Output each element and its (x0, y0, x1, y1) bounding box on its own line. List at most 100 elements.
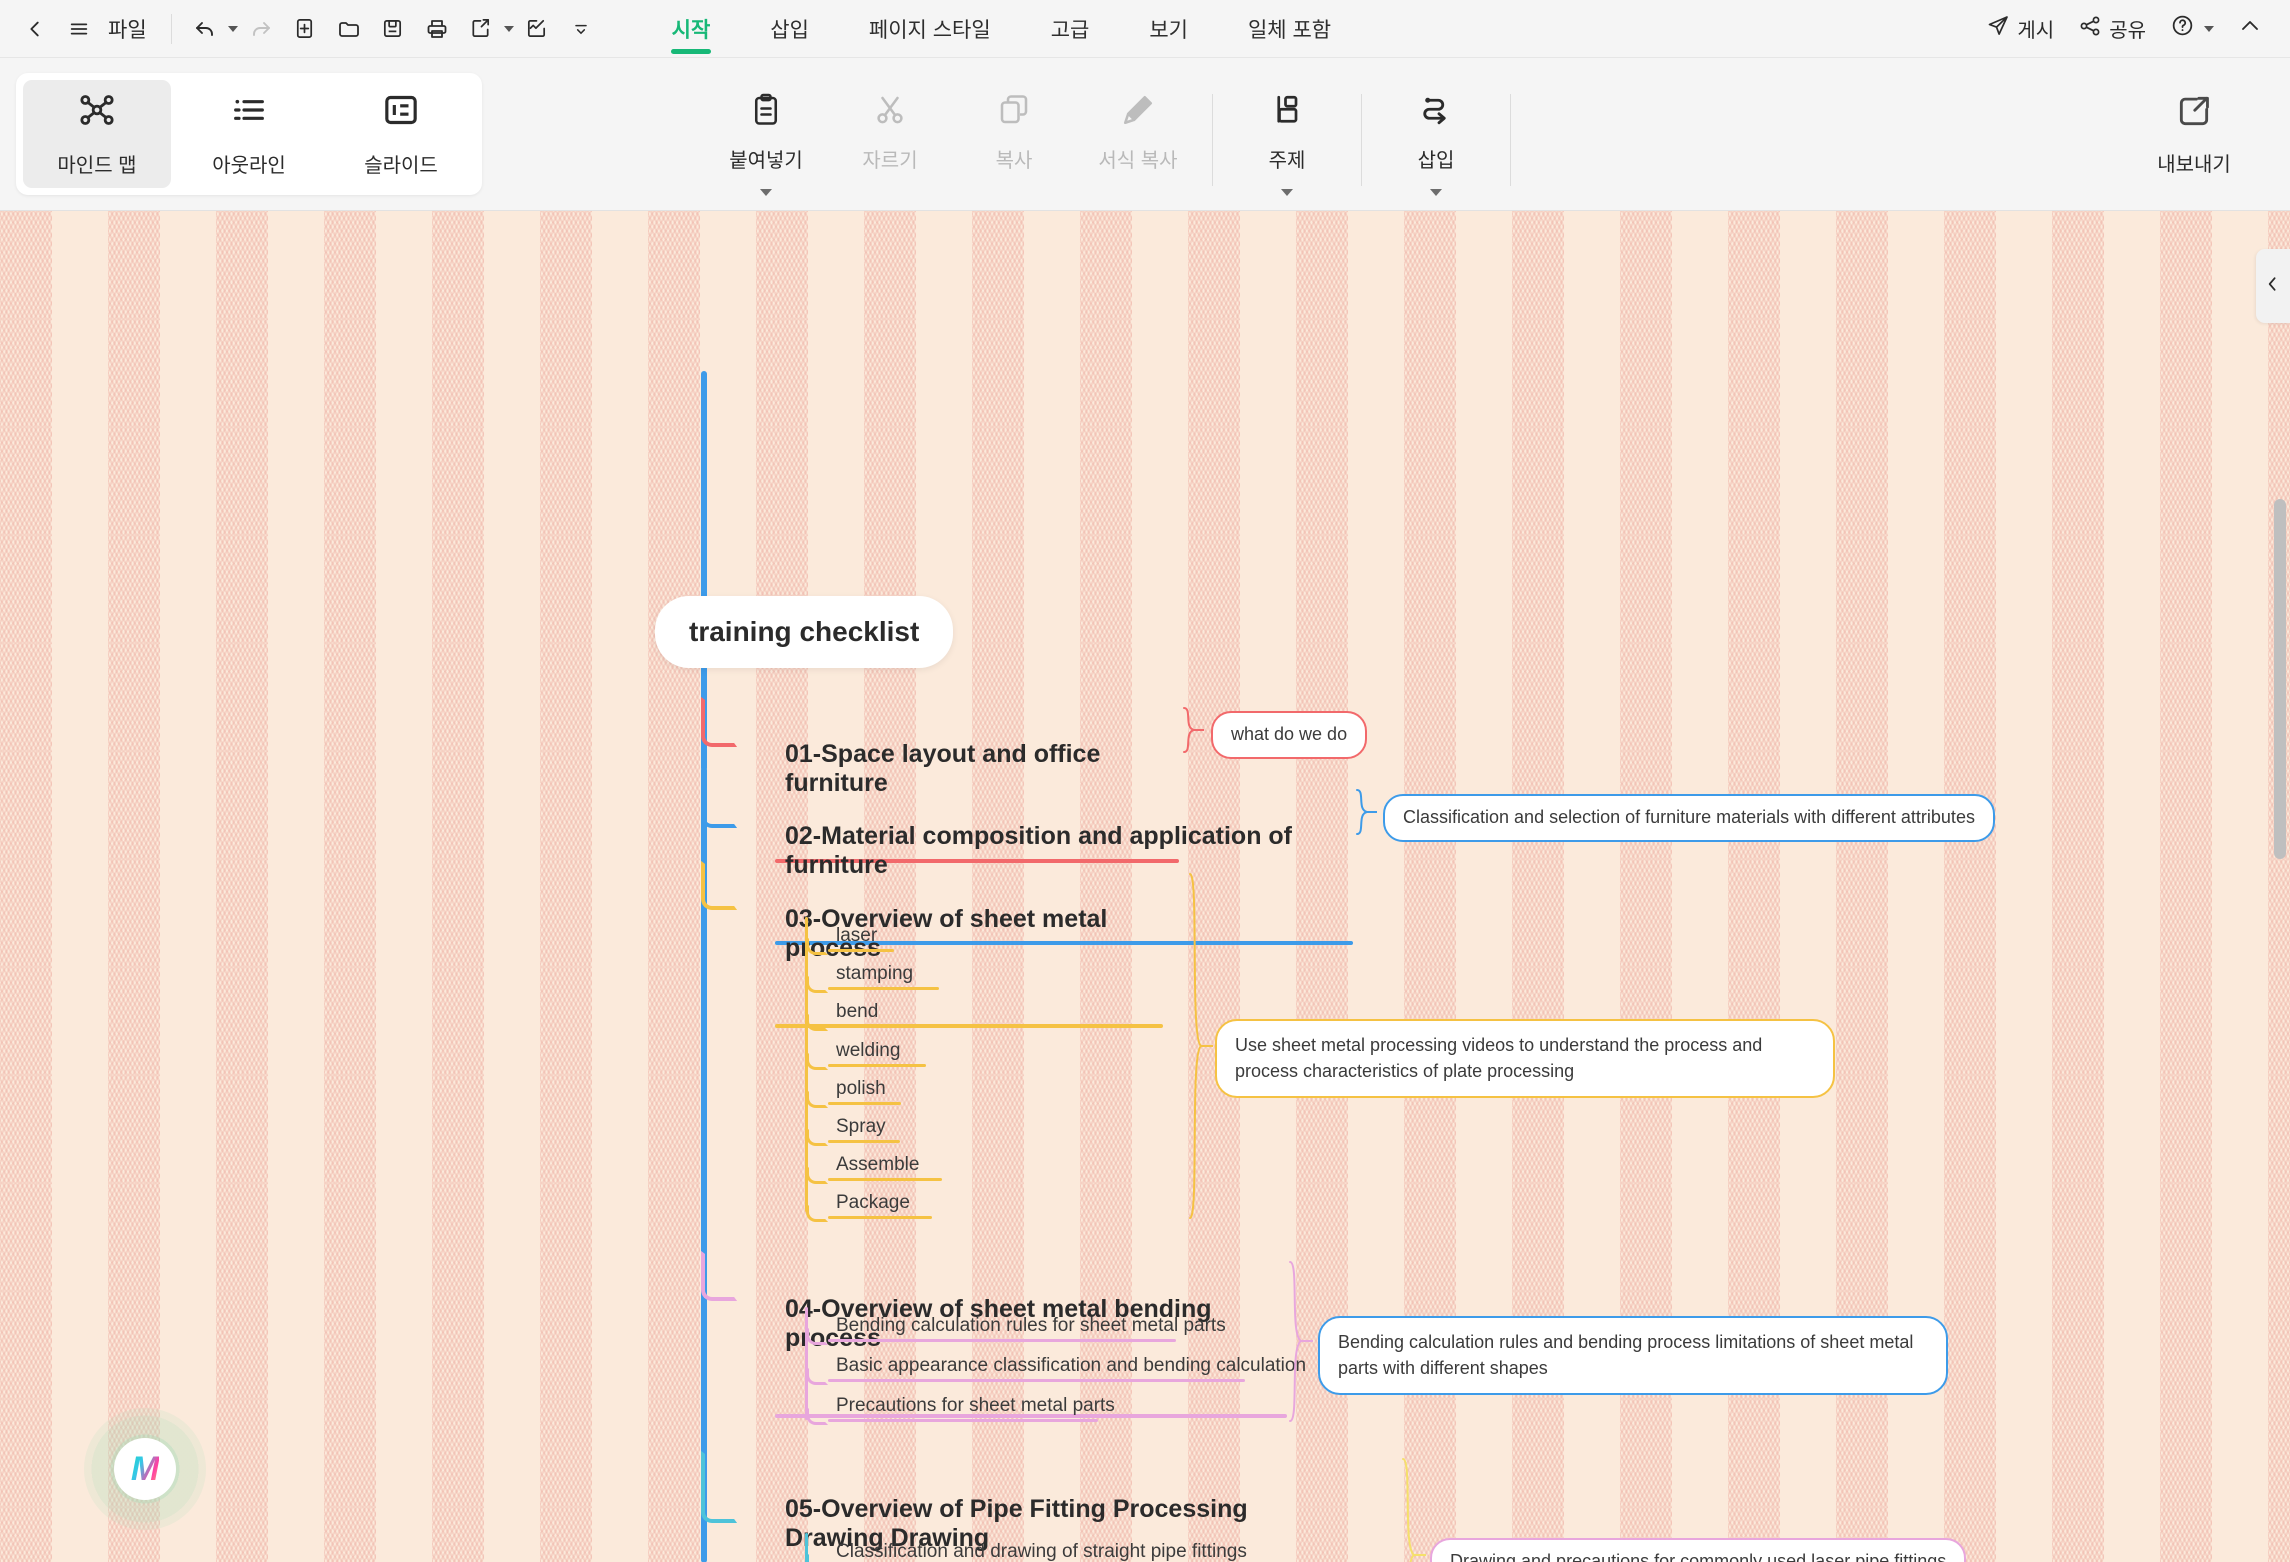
scissors-cut-icon (872, 92, 908, 133)
sub-item-04-2[interactable]: Basic appearance classification and bend… (828, 1355, 1314, 1382)
tab-home[interactable]: 시작 (642, 0, 741, 57)
root-node[interactable]: training checklist (655, 596, 954, 668)
sub-item-03-7[interactable]: Assemble (828, 1154, 942, 1181)
topic-shapes-icon (1269, 92, 1305, 133)
copy-duplicate-icon (996, 92, 1032, 133)
tab-insert[interactable]: 삽입 (740, 0, 839, 57)
sub-connector-03-1 (806, 936, 828, 955)
tab-all-inclusive[interactable]: 일체 포함 (1218, 0, 1361, 57)
collapse-ribbon-button[interactable] (2228, 8, 2272, 50)
logo-inner-circle: M (114, 1438, 176, 1500)
tab-page-style[interactable]: 페이지 스타일 (839, 0, 1021, 57)
mindmap-diagram: training checklist 01-Space layout and o… (0, 211, 2290, 1562)
view-mode-outline[interactable]: 아웃라인 (175, 80, 323, 188)
print-icon[interactable] (416, 8, 458, 50)
send-paper-plane-icon (1986, 14, 2010, 44)
undo-group[interactable] (184, 8, 238, 50)
export-share-group[interactable] (460, 8, 514, 50)
view-mode-mindmap-label: 마인드 맵 (57, 155, 137, 177)
save-icon[interactable] (372, 8, 414, 50)
sub-underline-03-8 (828, 1216, 932, 1219)
view-mode-group: 마인드 맵 아웃라인 슬라이드 (16, 73, 482, 195)
paste-caret-icon[interactable] (760, 189, 772, 196)
hamburger-menu-icon[interactable] (58, 8, 100, 50)
sub-underline-03-1 (828, 949, 894, 952)
sub-item-03-3[interactable]: bend (828, 1001, 896, 1028)
ribbon-divider-1 (1212, 94, 1213, 186)
mindmaster-logo[interactable]: M (84, 1408, 206, 1530)
sub-item-03-6[interactable]: Spray (828, 1116, 900, 1143)
branch-bracket-05 (1398, 1456, 1428, 1562)
topic-caret-icon[interactable] (1281, 189, 1293, 196)
undo-caret-icon[interactable] (227, 25, 238, 32)
branch-callout-05[interactable]: Drawing and precautions for commonly use… (1430, 1538, 1967, 1562)
import-icon[interactable] (516, 8, 558, 50)
share-button[interactable]: 공유 (2068, 8, 2156, 50)
sub-item-03-8[interactable]: Package (828, 1192, 932, 1219)
new-file-icon[interactable] (284, 8, 326, 50)
mindmap-canvas[interactable]: training checklist 01-Space layout and o… (0, 211, 2290, 1562)
cut-button[interactable]: 자르기 (828, 80, 952, 188)
sub-item-03-5[interactable]: polish (828, 1078, 901, 1105)
paste-button[interactable]: 붙여넣기 (704, 80, 828, 196)
export-button[interactable]: 내보내기 (2128, 80, 2260, 189)
publish-button[interactable]: 게시 (1976, 8, 2064, 50)
sub-item-03-4[interactable]: welding (828, 1040, 926, 1067)
ribbon-tabs: 시작 삽입 페이지 스타일 고급 보기 일체 포함 (642, 0, 1361, 57)
branch-connector-03 (701, 861, 737, 910)
sub-connector-03-7 (806, 1165, 828, 1184)
export-share-icon[interactable] (460, 8, 502, 50)
insert-relationship-button[interactable]: 삽입 (1374, 80, 1498, 196)
insert-caret-icon[interactable] (1430, 189, 1442, 196)
sub-item-04-3[interactable]: Precautions for sheet metal parts (828, 1395, 1123, 1422)
branch-callout-04[interactable]: Bending calculation rules and bending pr… (1318, 1316, 1948, 1396)
sub-item-04-1[interactable]: Bending calculation rules for sheet meta… (828, 1315, 1234, 1342)
sub-connector-03-3 (806, 1012, 828, 1031)
sub-item-03-5-label: polish (836, 1078, 886, 1099)
sub-item-05-1-label: Classification and drawing of straight p… (836, 1541, 1247, 1562)
back-icon[interactable] (14, 8, 56, 50)
file-menu-button[interactable]: 파일 (102, 14, 159, 44)
help-circle-icon (2170, 13, 2195, 44)
help-caret-icon[interactable] (2204, 25, 2214, 32)
help-button[interactable] (2160, 7, 2224, 50)
undo-icon[interactable] (184, 8, 226, 50)
side-panel-toggle[interactable] (2256, 249, 2290, 323)
sub-item-03-7-label: Assemble (836, 1154, 920, 1175)
sub-underline-03-2 (828, 987, 939, 990)
open-folder-icon[interactable] (328, 8, 370, 50)
sub-item-03-2[interactable]: stamping (828, 963, 939, 990)
format-painter-button[interactable]: 서식 복사 (1076, 80, 1200, 188)
view-mode-slide[interactable]: 슬라이드 (327, 80, 475, 188)
sub-underline-04-1 (828, 1339, 1176, 1342)
view-mode-mindmap[interactable]: 마인드 맵 (23, 80, 171, 188)
sub-item-03-8-label: Package (836, 1192, 910, 1213)
copy-button[interactable]: 복사 (952, 80, 1076, 188)
insert-label: 삽입 (1417, 150, 1455, 172)
more-chevron-icon[interactable] (560, 8, 602, 50)
export-box-arrow-icon (2175, 92, 2213, 135)
branch-callout-02[interactable]: Classification and selection of furnitur… (1383, 794, 1995, 842)
branch-callout-01[interactable]: what do we do (1211, 711, 1368, 759)
sub-underline-03-5 (828, 1102, 901, 1105)
sub-item-05-1[interactable]: Classification and drawing of straight p… (828, 1541, 1255, 1562)
tab-advanced[interactable]: 고급 (1021, 0, 1120, 57)
mindmap-icon (77, 90, 117, 135)
panel-collapse-chevron-left-icon (2263, 274, 2283, 299)
ribbon-clipboard-section: 붙여넣기 자르기 복사 서식 복사 주제 삽입 (704, 58, 1523, 210)
tab-view[interactable]: 보기 (1119, 0, 1218, 57)
share-nodes-icon (2078, 14, 2102, 44)
sub-underline-03-7 (828, 1178, 942, 1181)
topic-button[interactable]: 주제 (1225, 80, 1349, 196)
publish-label: 게시 (2017, 20, 2055, 42)
slide-layout-icon (381, 90, 421, 135)
branch-callout-05-text: Drawing and precautions for commonly use… (1450, 1551, 1947, 1562)
export-share-caret-icon[interactable] (503, 25, 514, 32)
canvas-vertical-scrollbar[interactable] (2274, 499, 2286, 859)
branch-callout-03[interactable]: Use sheet metal processing videos to und… (1215, 1019, 1835, 1099)
cut-label: 자르기 (862, 150, 918, 172)
sub-connector-04-2 (806, 1366, 828, 1385)
sub-item-03-1[interactable]: laser (828, 925, 894, 952)
redo-icon[interactable] (240, 8, 282, 50)
format-painter-label: 서식 복사 (1098, 150, 1178, 172)
